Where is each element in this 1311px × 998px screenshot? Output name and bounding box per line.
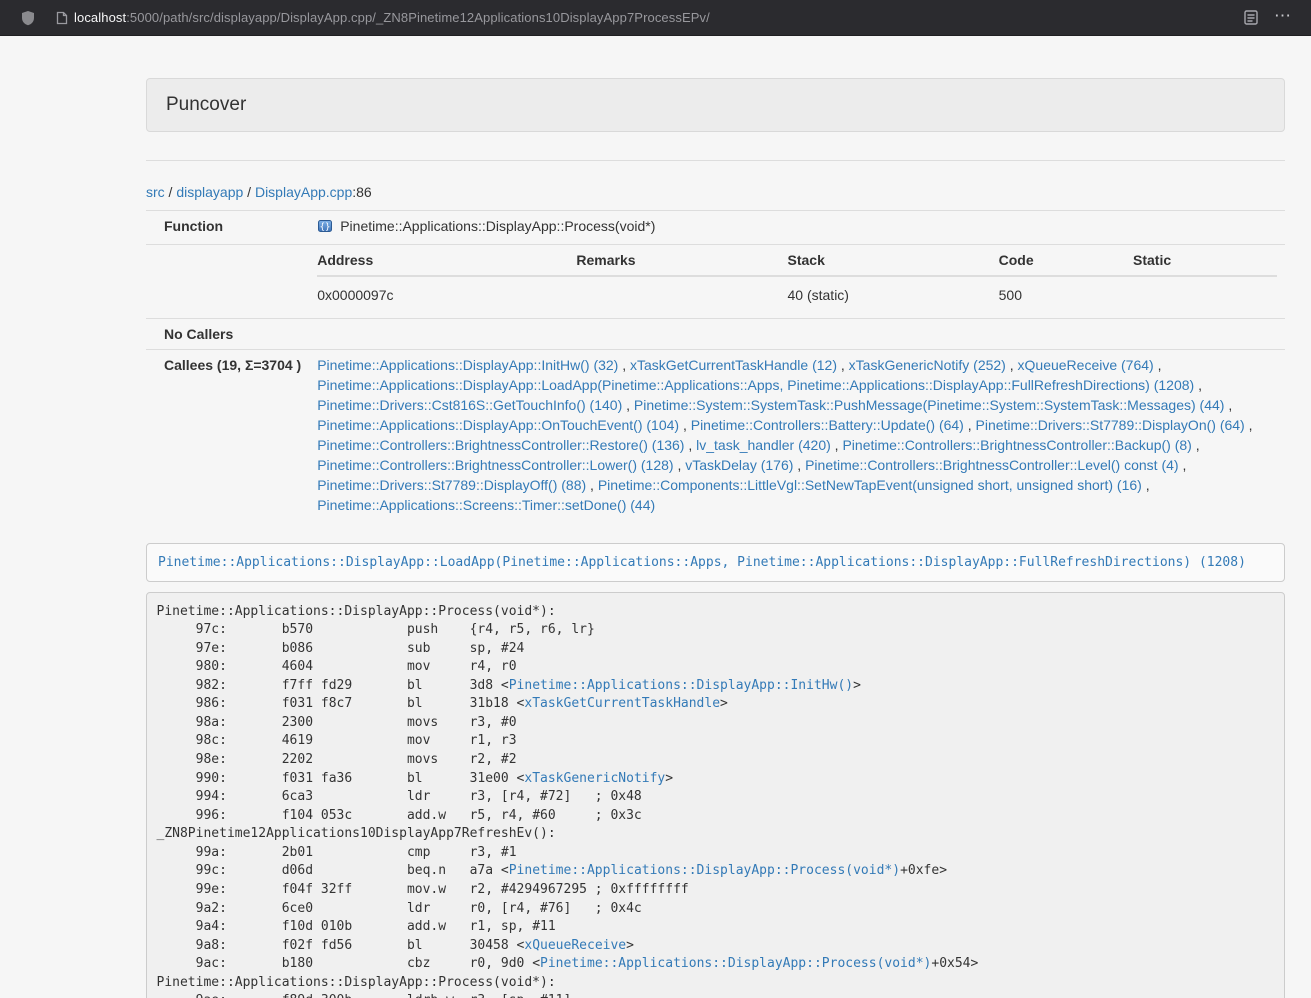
no-callers-row: No Callers (146, 319, 1285, 350)
url-path: :5000/path/src/displayapp/DisplayApp.cpp… (126, 10, 710, 25)
callee-link[interactable]: xTaskGetCurrentTaskHandle (12) (630, 357, 837, 373)
callee-link[interactable]: xTaskGenericNotify (252) (849, 357, 1006, 373)
stats-row: Address Remarks Stack Code Static 0x0000… (146, 245, 1285, 319)
breadcrumb-link[interactable]: displayapp (176, 184, 243, 200)
browser-toolbar: localhost:5000/path/src/displayapp/Displ… (0, 0, 1311, 36)
col-code: Code (999, 250, 1133, 276)
function-table: Function {} Pinetime::Applications::Disp… (146, 210, 1285, 520)
callee-link[interactable]: Pinetime::Controllers::BrightnessControl… (805, 457, 1178, 473)
reader-view-icon[interactable] (1236, 10, 1266, 25)
callees-list: Pinetime::Applications::DisplayApp::Init… (309, 350, 1285, 521)
table-row: 0x0000097c 40 (static) 500 (317, 276, 1277, 313)
callee-link[interactable]: Pinetime::Applications::DisplayApp::Init… (317, 357, 618, 373)
url-text: localhost:5000/path/src/displayapp/Displ… (74, 10, 710, 25)
cell-stack: 40 (static) (788, 276, 999, 313)
breadcrumb-link[interactable]: DisplayApp.cpp (255, 184, 352, 200)
callee-link[interactable]: Pinetime::System::SystemTask::PushMessag… (634, 397, 1225, 413)
col-static: Static (1133, 250, 1277, 276)
asm-symbol-link[interactable]: Pinetime::Applications::DisplayApp::Proc… (509, 863, 900, 878)
selected-symbol-link[interactable]: Pinetime::Applications::DisplayApp::Load… (158, 555, 1246, 570)
callees-label: Callees (19, Σ=3704 ) (146, 350, 309, 521)
overflow-menu-icon[interactable]: ⋯ (1266, 6, 1299, 29)
callee-link[interactable]: Pinetime::Drivers::St7789::DisplayOff() … (317, 477, 586, 493)
col-address: Address (317, 250, 576, 276)
selected-symbol-panel: Pinetime::Applications::DisplayApp::Load… (146, 543, 1285, 582)
function-row-label: Function (146, 211, 309, 245)
callees-row: Callees (19, Σ=3704 ) Pinetime::Applicat… (146, 350, 1285, 521)
no-callers-label: No Callers (146, 319, 309, 350)
divider (146, 160, 1285, 161)
disassembly-pre: Pinetime::Applications::DisplayApp::Proc… (146, 592, 1285, 998)
url-host: localhost (74, 10, 126, 25)
callee-link[interactable]: lv_task_handler (420) (696, 437, 831, 453)
asm-symbol-link[interactable]: xTaskGenericNotify (524, 771, 665, 786)
callee-link[interactable]: xQueueReceive (764) (1018, 357, 1154, 373)
function-icon: {} (317, 218, 333, 239)
asm-symbol-link[interactable]: Pinetime::Applications::DisplayApp::Init… (509, 678, 853, 693)
url-bar[interactable]: localhost:5000/path/src/displayapp/Displ… (52, 4, 1228, 32)
cell-code: 500 (999, 276, 1133, 313)
callee-link[interactable]: vTaskDelay (176) (685, 457, 793, 473)
callee-link[interactable]: Pinetime::Applications::DisplayApp::OnTo… (317, 417, 679, 433)
cell-static (1133, 276, 1277, 313)
callee-link[interactable]: Pinetime::Drivers::Cst816S::GetTouchInfo… (317, 397, 622, 413)
function-row: Function {} Pinetime::Applications::Disp… (146, 211, 1285, 245)
callee-link[interactable]: Pinetime::Applications::DisplayApp::Load… (317, 377, 1194, 393)
callee-link[interactable]: Pinetime::Controllers::BrightnessControl… (842, 437, 1191, 453)
function-name: Pinetime::Applications::DisplayApp::Proc… (340, 218, 655, 234)
cell-address: 0x0000097c (317, 276, 576, 313)
callee-link[interactable]: Pinetime::Controllers::BrightnessControl… (317, 457, 673, 473)
breadcrumb: src / displayapp / DisplayApp.cpp:86 (146, 182, 1285, 202)
breadcrumb-link[interactable]: src (146, 184, 165, 200)
asm-symbol-link[interactable]: xQueueReceive (524, 938, 626, 953)
asm-symbol-link[interactable]: Pinetime::Applications::DisplayApp::Proc… (540, 956, 931, 971)
asm-symbol-link[interactable]: xTaskGetCurrentTaskHandle (524, 696, 720, 711)
callee-link[interactable]: Pinetime::Drivers::St7789::DisplayOn() (… (976, 417, 1245, 433)
callee-link[interactable]: Pinetime::Controllers::Battery::Update()… (691, 417, 964, 433)
stats-header-row: Address Remarks Stack Code Static (317, 250, 1277, 276)
svg-text:{}: {} (320, 223, 331, 233)
callee-link[interactable]: Pinetime::Components::LittleVgl::SetNewT… (598, 477, 1142, 493)
stats-table: Address Remarks Stack Code Static 0x0000… (317, 250, 1277, 313)
page-title: Puncover (166, 94, 1265, 116)
app-header: Puncover (146, 78, 1285, 132)
shield-icon[interactable] (12, 10, 44, 26)
page-icon (56, 11, 68, 25)
page-content: Puncover src / displayapp / DisplayApp.c… (0, 36, 1311, 998)
callee-link[interactable]: Pinetime::Controllers::BrightnessControl… (317, 437, 684, 453)
col-stack: Stack (788, 250, 999, 276)
cell-remarks (576, 276, 787, 313)
col-remarks: Remarks (576, 250, 787, 276)
callee-link[interactable]: Pinetime::Applications::Screens::Timer::… (317, 497, 655, 513)
